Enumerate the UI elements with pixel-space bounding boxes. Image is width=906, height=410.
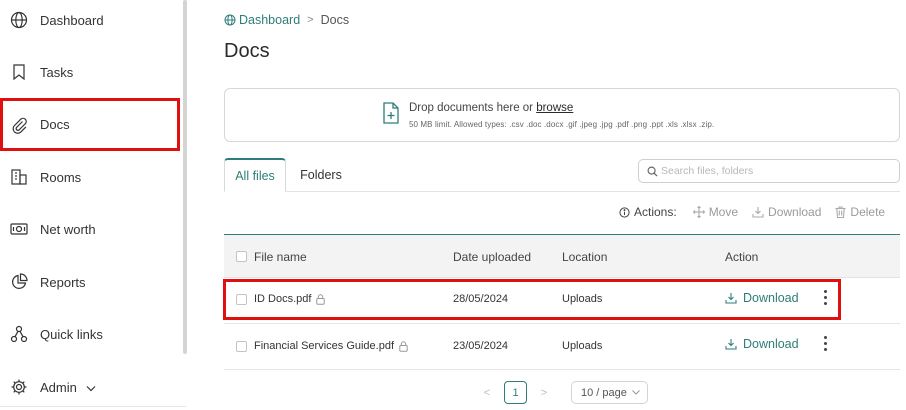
sidebar-item-label: Reports: [40, 274, 86, 290]
download-button[interactable]: Download: [725, 337, 799, 351]
building-icon: [10, 168, 28, 186]
upload-dropzone[interactable]: Drop documents here or browse 50 MB limi…: [224, 88, 900, 142]
pagination: < 1 > 10 / page: [476, 381, 648, 404]
pie-chart-icon: [10, 273, 28, 291]
globe-icon: [224, 14, 239, 26]
search-icon: [647, 166, 661, 177]
page-size-value: 10 / page: [581, 386, 627, 399]
select-all-checkbox[interactable]: [236, 251, 247, 262]
delete-button-label: Delete: [850, 205, 886, 219]
gear-icon: [10, 378, 28, 396]
download-icon: [725, 338, 743, 350]
download-button-label: Download: [743, 337, 799, 351]
file-name-cell[interactable]: ID Docs.pdf: [254, 293, 326, 305]
delete-button[interactable]: Delete: [835, 205, 885, 219]
more-options-icon[interactable]: [822, 336, 828, 354]
chevron-down-icon: [627, 390, 640, 395]
browse-link[interactable]: browse: [536, 102, 573, 114]
search-box: [638, 159, 900, 183]
sidebar-item-tasks[interactable]: Tasks: [0, 46, 180, 98]
breadcrumb-separator: >: [307, 14, 314, 26]
sidebar-item-label: Docs: [40, 117, 70, 132]
tab-folders[interactable]: Folders: [292, 158, 350, 192]
download-selected-label: Download: [768, 205, 822, 219]
actions-label: Actions:: [619, 205, 677, 219]
column-header-action: Action: [725, 250, 759, 264]
sidebar-item-label: Admin: [40, 379, 77, 395]
sidebar-item-label: Rooms: [40, 169, 82, 185]
money-icon: [10, 220, 28, 238]
move-icon: [692, 206, 709, 218]
table-row: ID Docs.pdf 28/05/2024 Uploads Download: [224, 278, 900, 324]
sidebar-item-label: Dashboard: [40, 12, 104, 28]
tab-all-files[interactable]: All files: [224, 158, 286, 192]
download-button-label: Download: [743, 291, 799, 305]
table-header: File name Date uploaded Location Action: [224, 235, 900, 278]
column-header-location[interactable]: Location: [562, 250, 607, 264]
download-icon: [725, 292, 743, 304]
sidebar-item-label: Tasks: [40, 64, 74, 80]
upload-instructions: Drop documents here or browse: [409, 102, 573, 114]
upload-prompt-text: Drop documents here or: [409, 102, 537, 114]
page-size-select[interactable]: 10 / page: [571, 381, 648, 404]
download-selected-button[interactable]: Download: [752, 205, 821, 219]
sidebar-item-docs[interactable]: Docs: [0, 98, 180, 151]
sidebar-item-admin[interactable]: Admin: [0, 361, 180, 410]
date-uploaded-cell: 28/05/2024: [453, 293, 509, 305]
actions-label-text: Actions:: [634, 205, 677, 219]
sidebar-item-net-worth[interactable]: Net worth: [0, 203, 180, 255]
sidebar-item-dashboard[interactable]: Dashboard: [0, 0, 180, 46]
sidebar: Dashboard Tasks Docs Rooms Net worth Rep…: [0, 0, 186, 410]
chevron-down-icon: [86, 385, 96, 392]
sidebar-item-reports[interactable]: Reports: [0, 256, 180, 308]
more-options-icon[interactable]: [822, 290, 828, 308]
file-name[interactable]: Financial Services Guide.pdf: [254, 340, 394, 352]
move-button-label: Move: [708, 205, 739, 219]
sidebar-item-rooms[interactable]: Rooms: [0, 151, 180, 203]
bookmark-icon: [10, 63, 28, 81]
prev-page-button[interactable]: <: [476, 382, 498, 404]
search-input[interactable]: [661, 165, 881, 177]
trash-icon: [835, 206, 850, 218]
next-page-button[interactable]: >: [533, 382, 555, 404]
breadcrumb-link-dashboard[interactable]: Dashboard: [224, 13, 300, 27]
sidebar-scrollbar[interactable]: [183, 0, 187, 354]
page-title: Docs: [224, 40, 270, 62]
paperclip-icon: [10, 116, 28, 134]
column-header-date-uploaded[interactable]: Date uploaded: [453, 250, 531, 264]
breadcrumb-parent-label: Dashboard: [239, 13, 301, 27]
lock-icon: [394, 340, 408, 352]
file-name-cell[interactable]: Financial Services Guide.pdf: [254, 340, 408, 352]
breadcrumb-current: Docs: [320, 13, 350, 27]
sidebar-divider: [0, 406, 186, 407]
row-checkbox[interactable]: [236, 294, 247, 305]
info-icon: [619, 206, 634, 218]
page-number-button[interactable]: 1: [504, 381, 527, 404]
sidebar-item-admin-label: Admin: [40, 380, 96, 395]
globe-icon: [10, 11, 28, 29]
column-header-file-name[interactable]: File name: [254, 250, 307, 264]
tabs-divider: [224, 191, 900, 192]
file-add-icon: [383, 102, 399, 124]
sidebar-item-label: Net worth: [40, 221, 96, 237]
move-button[interactable]: Move: [692, 205, 739, 219]
sidebar-item-quick-links[interactable]: Quick links: [0, 308, 180, 360]
table-row: Financial Services Guide.pdf 23/05/2024 …: [224, 324, 900, 370]
breadcrumb: Dashboard > Docs: [224, 13, 349, 27]
file-name[interactable]: ID Docs.pdf: [254, 293, 311, 305]
download-icon: [752, 206, 768, 218]
download-button[interactable]: Download: [725, 291, 799, 305]
date-uploaded-cell: 23/05/2024: [453, 340, 509, 352]
location-cell: Uploads: [562, 293, 603, 305]
upload-limits: 50 MB limit. Allowed types: .csv .doc .d…: [409, 120, 715, 129]
actions-bar: Actions: Move Download Delete: [619, 205, 899, 219]
sidebar-item-label: Quick links: [40, 326, 103, 342]
links-icon: [10, 325, 28, 343]
location-cell: Uploads: [562, 340, 603, 352]
row-checkbox[interactable]: [236, 341, 247, 352]
lock-icon: [311, 293, 326, 305]
